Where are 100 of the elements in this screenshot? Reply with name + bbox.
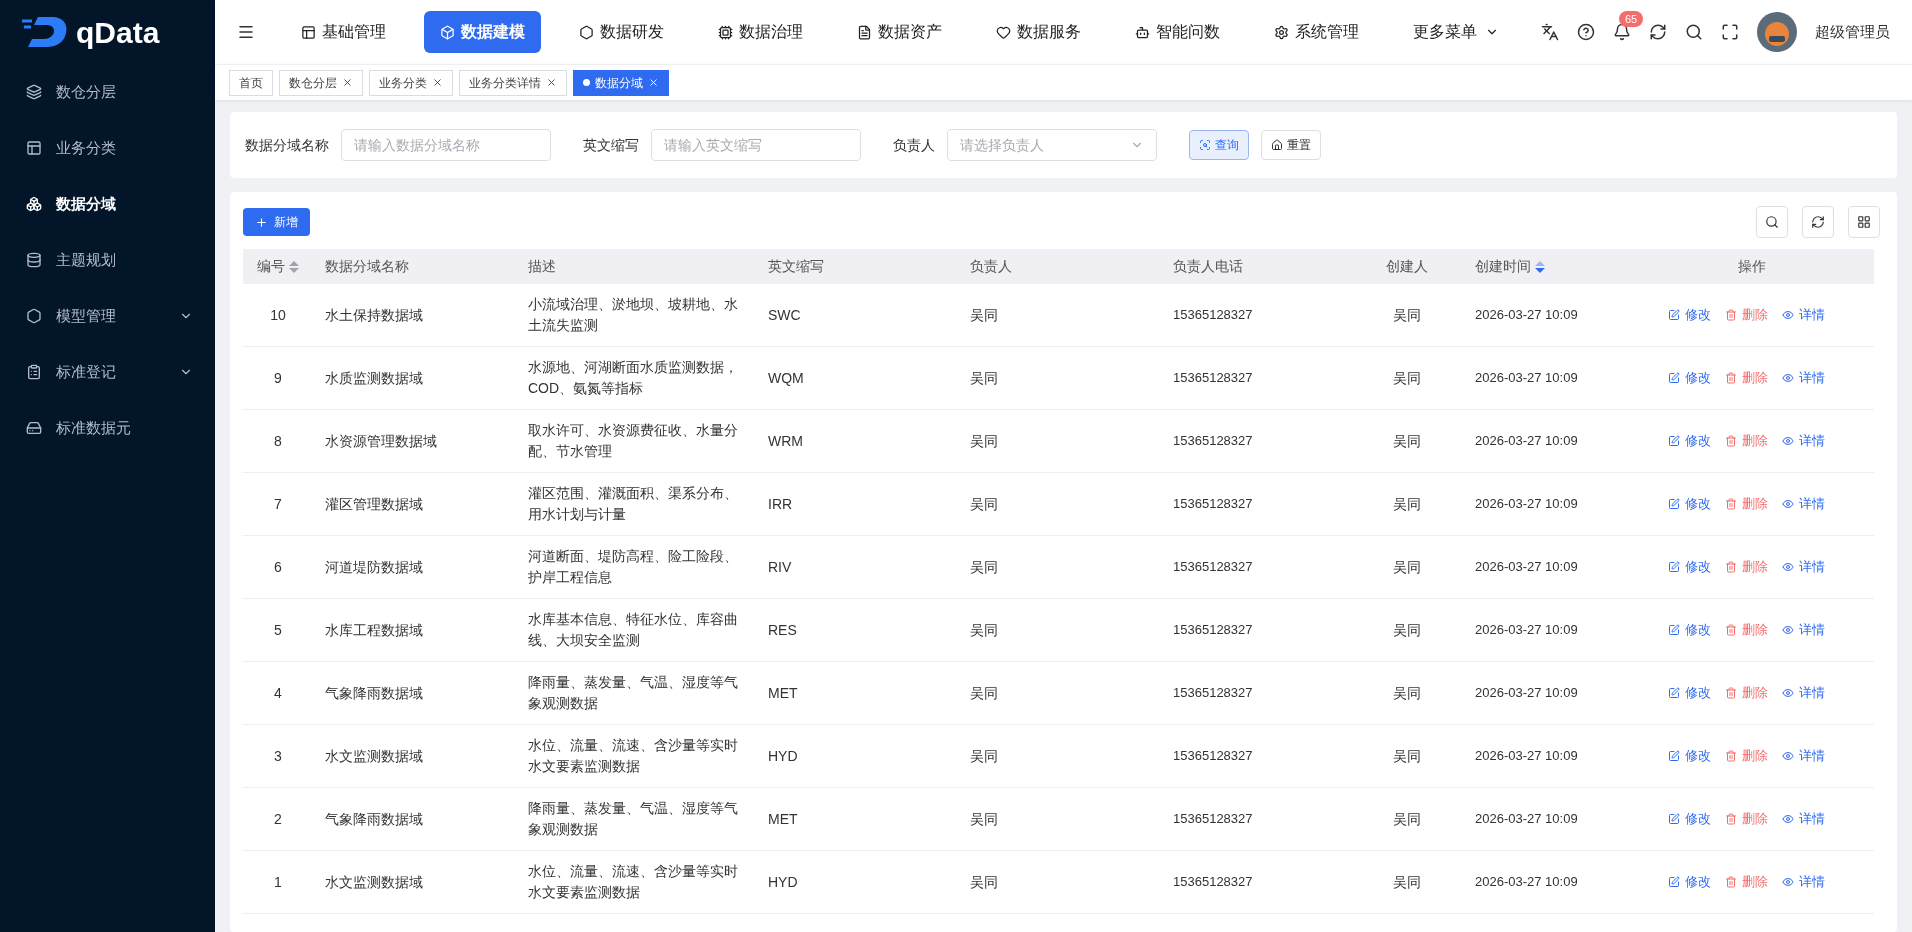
edit-link[interactable]: 修改 — [1667, 494, 1711, 514]
refresh-icon[interactable] — [1649, 23, 1667, 41]
help-icon[interactable] — [1577, 23, 1595, 41]
edit-link[interactable]: 修改 — [1667, 872, 1711, 892]
search-button[interactable] — [1756, 206, 1788, 238]
hexagon-icon — [26, 308, 42, 324]
nav-tab[interactable]: 数据治理 — [702, 11, 819, 53]
bell-icon[interactable] — [1613, 23, 1631, 41]
detail-link[interactable]: 详情 — [1781, 872, 1825, 892]
filter-label: 英文缩写 — [583, 135, 639, 155]
avatar[interactable] — [1757, 12, 1797, 52]
nav-tab[interactable]: 数据资产 — [841, 11, 958, 53]
panel-icon — [301, 24, 316, 40]
nav-tab[interactable]: 数据研发 — [563, 11, 680, 53]
table-cell-text: 7 — [274, 494, 282, 514]
chip-icon — [718, 24, 733, 40]
detail-link[interactable]: 详情 — [1781, 368, 1825, 388]
delete-link[interactable]: 删除 — [1724, 809, 1768, 829]
table-cell-text: 河道堤防数据域 — [325, 557, 423, 577]
page-tab[interactable]: 首页 — [229, 69, 273, 96]
detail-link[interactable]: 详情 — [1781, 683, 1825, 703]
sidebar-item[interactable]: 模型管理 — [0, 288, 215, 344]
close-icon[interactable] — [546, 77, 557, 88]
page-tab[interactable]: 业务分类 — [369, 69, 453, 96]
edit-link[interactable]: 修改 — [1667, 557, 1711, 577]
edit-link[interactable]: 修改 — [1667, 746, 1711, 766]
table-cell-text: 吴同 — [1392, 557, 1421, 577]
page-tab[interactable]: 数据分域 — [573, 69, 669, 96]
detail-link[interactable]: 详情 — [1781, 620, 1825, 640]
delete-link[interactable]: 删除 — [1724, 872, 1768, 892]
sort-icon[interactable] — [1535, 260, 1545, 273]
table-cell-text: HYD — [768, 872, 798, 892]
delete-link[interactable]: 删除 — [1724, 368, 1768, 388]
edit-link[interactable]: 修改 — [1667, 431, 1711, 451]
edit-link[interactable]: 修改 — [1667, 809, 1711, 829]
nav-tab[interactable]: 系统管理 — [1258, 11, 1375, 53]
trash-icon — [1724, 750, 1737, 762]
close-icon[interactable] — [648, 77, 659, 88]
edit-link[interactable]: 修改 — [1667, 620, 1711, 640]
close-icon[interactable] — [342, 77, 353, 88]
translate-icon[interactable] — [1541, 23, 1559, 41]
boxes-icon — [26, 196, 42, 212]
trash-icon — [1724, 561, 1737, 573]
close-icon[interactable] — [432, 77, 443, 88]
columns-button[interactable] — [1848, 206, 1880, 238]
table-cell-text: MET — [768, 809, 798, 829]
query-button[interactable]: 查询 — [1189, 130, 1249, 160]
detail-link[interactable]: 详情 — [1781, 431, 1825, 451]
sidebar-item[interactable]: 业务分类 — [0, 120, 215, 176]
edit-link[interactable]: 修改 — [1667, 305, 1711, 325]
input-field[interactable]: 请输入英文缩写 — [651, 129, 861, 161]
input-field[interactable]: 请输入数据分域名称 — [341, 129, 551, 161]
nav-tab[interactable]: 智能问数 — [1119, 11, 1236, 53]
menu-icon[interactable] — [237, 23, 255, 41]
delete-link[interactable]: 删除 — [1724, 431, 1768, 451]
sidebar-item[interactable]: 数仓分层 — [0, 64, 215, 120]
detail-link[interactable]: 详情 — [1781, 746, 1825, 766]
search-icon[interactable] — [1685, 23, 1703, 41]
table-cell-text: 15365128327 — [1173, 306, 1253, 325]
reset-button[interactable]: 重置 — [1261, 130, 1321, 160]
detail-link[interactable]: 详情 — [1781, 494, 1825, 514]
detail-link[interactable]: 详情 — [1781, 305, 1825, 325]
nav-tab[interactable]: 基础管理 — [285, 11, 402, 53]
logo-text: qData — [76, 14, 160, 51]
nav-tab[interactable]: 数据建模 — [424, 11, 541, 53]
settings-icon — [1274, 24, 1289, 40]
table-cell-text: 吴同 — [970, 620, 998, 640]
refresh-button[interactable] — [1802, 206, 1834, 238]
delete-link[interactable]: 删除 — [1724, 620, 1768, 640]
table-cell-text: WQM — [768, 368, 804, 388]
table-cell-text: 1 — [274, 872, 282, 892]
edit-link[interactable]: 修改 — [1667, 683, 1711, 703]
page-tab[interactable]: 业务分类详情 — [459, 69, 567, 96]
sidebar-item[interactable]: 标准数据元 — [0, 400, 215, 456]
sidebar-item[interactable]: 主题规划 — [0, 232, 215, 288]
sidebar-item[interactable]: 数据分域 — [0, 176, 215, 232]
detail-link[interactable]: 详情 — [1781, 557, 1825, 577]
edit-link[interactable]: 修改 — [1667, 368, 1711, 388]
page-tab[interactable]: 数仓分层 — [279, 69, 363, 96]
user-name[interactable]: 超级管理员 — [1815, 20, 1890, 44]
table-cell-text: 水土保持数据域 — [325, 305, 423, 325]
detail-link[interactable]: 详情 — [1781, 809, 1825, 829]
table-cell-text: 8 — [274, 431, 282, 451]
column-header: 英文缩写 — [768, 257, 824, 276]
table-cell-text: 小流域治理、淤地坝、坡耕地、水土流失监测 — [528, 295, 739, 335]
column-header: 负责人 — [970, 257, 1012, 276]
nav-tab[interactable]: 数据服务 — [980, 11, 1097, 53]
search-icon — [1765, 215, 1779, 229]
delete-link[interactable]: 删除 — [1724, 746, 1768, 766]
delete-link[interactable]: 删除 — [1724, 683, 1768, 703]
table-cell-text: 2026-03-27 10:09 — [1475, 873, 1578, 892]
filter-label: 负责人 — [893, 135, 935, 155]
add-button[interactable]: 新增 — [243, 208, 310, 236]
delete-link[interactable]: 删除 — [1724, 305, 1768, 325]
delete-link[interactable]: 删除 — [1724, 557, 1768, 577]
sidebar-item[interactable]: 标准登记 — [0, 344, 215, 400]
delete-link[interactable]: 删除 — [1724, 494, 1768, 514]
more-menu[interactable]: 更多菜单 — [1397, 20, 1515, 44]
fullscreen-icon[interactable] — [1721, 23, 1739, 41]
table-cell-text: 2026-03-27 10:09 — [1475, 747, 1578, 766]
